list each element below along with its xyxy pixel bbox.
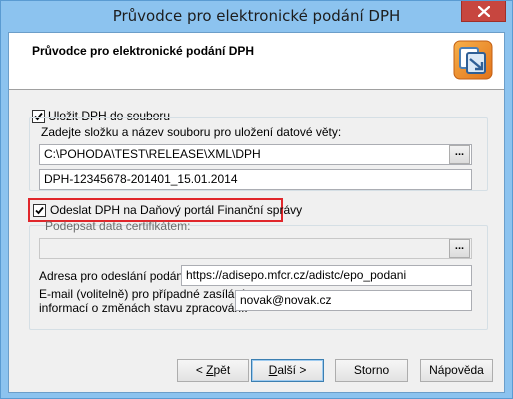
back-rest: pět [213,363,231,377]
cancel-button[interactable]: Storno [335,359,408,382]
email-label-line1: E-mail (volitelně) pro případné zasílání [39,287,245,301]
certificate-caption: Podepsat data certifikátem: [45,219,191,233]
filename-field[interactable]: DPH-12345678-201401_15.01.2014 [39,169,472,190]
address-label: Adresa pro odeslání podání: [39,269,190,283]
folder-path-field[interactable]: C:\POHODA\TEST\RELEASE\XML\DPH [39,144,472,165]
certificate-field[interactable] [39,238,472,259]
wizard-header: Průvodce pro elektronické podání DPH [9,33,504,90]
close-icon [477,5,490,17]
browse-folder-button[interactable]: ... [449,145,470,164]
browse-certificate-button[interactable]: ... [449,239,470,258]
pohoda-logo-icon [453,40,493,80]
wizard-window: Průvodce pro elektronické podání DPH Prů… [0,0,513,399]
address-field[interactable]: https://adisepo.mfcr.cz/adistc/epo_podan… [181,265,472,286]
close-button[interactable] [461,1,506,22]
next-button[interactable]: Další > [251,359,324,382]
send-to-portal-checkbox[interactable] [33,204,46,217]
save-group-caption: Zadejte složku a název souboru pro ulože… [41,125,342,139]
email-label-line2: informací o změnách stavu zpracování: [39,301,248,315]
next-rest: alší > [277,363,307,377]
back-mnemonic: Z [206,363,214,377]
back-button[interactable]: < Zpět [177,359,249,382]
page-title: Průvodce pro elektronické podání DPH [32,44,255,58]
email-field[interactable]: novak@novak.cz [235,290,472,311]
window-title: Průvodce pro elektronické podání DPH [112,7,401,25]
send-to-portal-label[interactable]: Odeslat DPH na Daňový portál Finanční sp… [50,203,302,217]
help-button[interactable]: Nápověda [420,359,493,382]
checkmark-icon [35,206,44,215]
dialog-client-area: Průvodce pro elektronické podání DPH Ulo… [8,32,505,393]
title-bar[interactable]: Průvodce pro elektronické podání DPH [1,1,512,31]
back-prefix: < [195,363,207,377]
